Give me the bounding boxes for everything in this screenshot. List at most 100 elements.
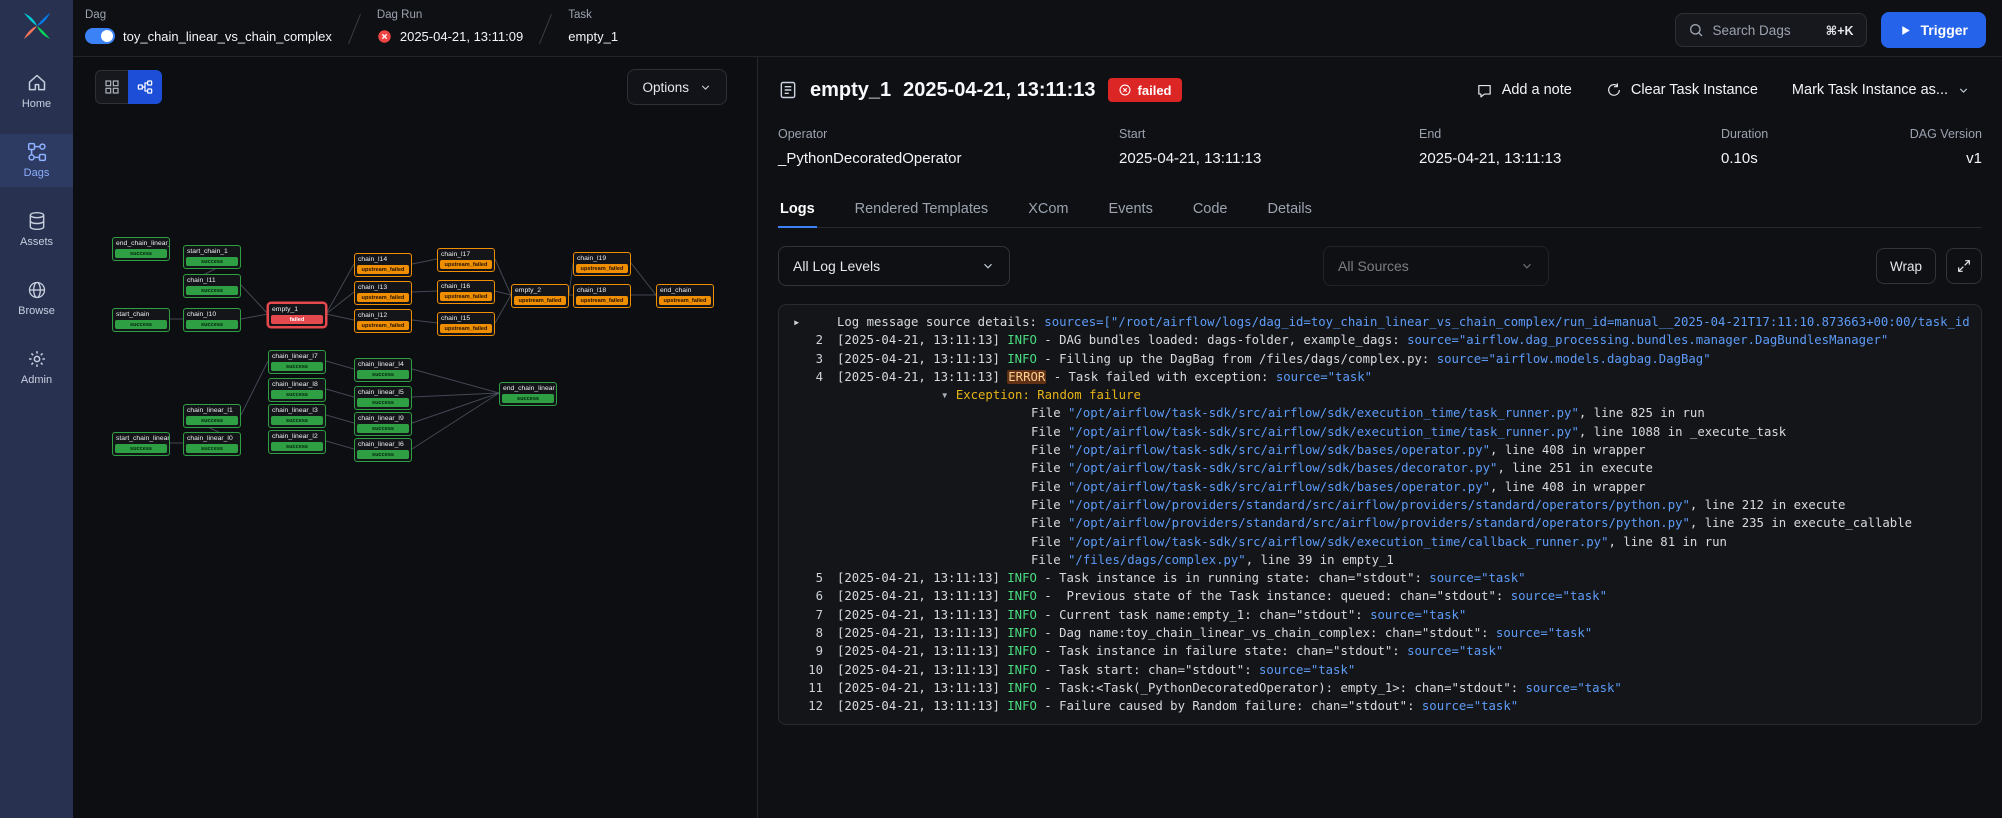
graph-node-chain_l13[interactable]: chain_l13upstream_failed [354,281,412,305]
log-line-number: 2 [791,331,823,349]
log-line-number [791,514,823,532]
graph-node-status: upstream_failed [440,260,492,269]
tab-details[interactable]: Details [1266,191,1314,227]
graph-node-chain_linear_l6[interactable]: chain_linear_l6success [354,438,412,462]
tab-events[interactable]: Events [1106,191,1154,227]
graph-node-chain_l17[interactable]: chain_l17upstream_failed [437,248,495,272]
graph-node-start_chain_1[interactable]: start_chain_1success [183,245,241,269]
sidebar-item-home[interactable]: Home [0,65,73,118]
graph-node-start_chain[interactable]: start_chainsuccess [112,308,170,332]
sidebar-item-browse[interactable]: Browse [0,272,73,325]
search-input[interactable]: Search Dags ⌘+K [1675,13,1867,47]
log-line-number: 11 [791,679,823,697]
collapse-caret-icon[interactable]: ▾ [941,388,956,402]
trigger-button[interactable]: Trigger [1881,12,1986,48]
graph-node-status: success [357,398,409,407]
mark-task-instance-as-button[interactable]: Mark Task Instance as... [1780,74,1982,106]
graph-node-chain_l14[interactable]: chain_l14upstream_failed [354,253,412,277]
sidebar-item-label: Assets [20,236,53,248]
log-line: File "/opt/airflow/providers/standard/sr… [791,514,1969,532]
graph-node-chain_linear_l3[interactable]: chain_linear_l3success [268,404,326,428]
graph-node-chain_l15[interactable]: chain_l15upstream_failed [437,312,495,336]
sidebar-item-assets[interactable]: Assets [0,203,73,256]
graph-view-button[interactable] [128,70,162,104]
log-line: ▾ Exception: Random failure [791,386,1969,404]
graph-node-name: chain_linear_l7 [269,351,325,361]
graph-node-chain_l10[interactable]: chain_l10success [183,308,241,332]
graph-node-end_chain[interactable]: end_chainupstream_failed [656,284,714,308]
wrap-button[interactable]: Wrap [1876,248,1936,284]
add-note-button[interactable]: Add a note [1464,74,1584,107]
graph-node-empty_1[interactable]: empty_1failed [268,303,326,327]
graph-node-chain_linear_l1[interactable]: chain_linear_l1success [183,404,241,428]
tab-logs[interactable]: Logs [778,191,817,227]
content-area: end_chain_linear_1successstart_chain_1su… [73,57,2002,818]
graph-node-chain_l19[interactable]: chain_l19upstream_failed [573,252,631,276]
dag-pause-toggle[interactable] [85,28,115,44]
graph-node-chain_linear_l9[interactable]: chain_linear_l9success [354,412,412,436]
log-line-content: File "/opt/airflow/providers/standard/sr… [837,514,1912,532]
log-levels-value: All Log Levels [793,258,880,274]
trigger-label: Trigger [1921,22,1968,38]
dag-run-link[interactable]: 2025-04-21, 13:11:09 [400,29,523,44]
log-line: 2[2025-04-21, 13:11:13] INFO - DAG bundl… [791,331,1969,349]
graph-node-chain_linear_l5[interactable]: chain_linear_l5success [354,386,412,410]
sidebar-item-label: Admin [21,374,52,386]
graph-node-name: chain_linear_l4 [355,359,411,369]
meta-end: End2025-04-21, 13:11:13 [1419,127,1721,167]
options-button[interactable]: Options [627,69,727,105]
graph-node-end_chain_linear[interactable]: end_chain_linearsuccess [499,382,557,406]
task-instance-timestamp: 2025-04-21, 13:11:13 [903,79,1095,102]
graph-node-name: chain_linear_l1 [184,405,240,415]
log-sources-select[interactable]: All Sources [1323,246,1549,286]
meta-start: Start2025-04-21, 13:11:13 [1119,127,1419,167]
sidebar-nav: Home Dags Assets Browse Admin [0,65,73,394]
log-line-content: File "/opt/airflow/task-sdk/src/airflow/… [837,459,1653,477]
airflow-logo[interactable] [23,12,51,45]
tab-xcom[interactable]: XCom [1026,191,1070,227]
graph-node-chain_linear_l8[interactable]: chain_linear_l8success [268,378,326,402]
log-line: 9[2025-04-21, 13:11:13] INFO - Task inst… [791,642,1969,660]
home-icon [27,73,47,93]
grid-view-button[interactable] [95,70,129,104]
log-sources-value: All Sources [1338,258,1409,274]
log-line-number: 7 [791,606,823,624]
tab-rendered-templates[interactable]: Rendered Templates [853,191,991,227]
fullscreen-button[interactable] [1946,248,1982,284]
graph-node-name: chain_l10 [184,309,240,319]
log-line-number [791,551,823,569]
graph-node-chain_linear_l4[interactable]: chain_linear_l4success [354,358,412,382]
graph-node-empty_2[interactable]: empty_2upstream_failed [511,284,569,308]
task-name-link[interactable]: empty_1 [568,29,618,44]
log-levels-select[interactable]: All Log Levels [778,246,1010,286]
log-line-number: 5 [791,569,823,587]
meta-dag-version: DAG Versionv1 [1906,127,1982,167]
log-output[interactable]: ▸Log message source details: sources=["/… [778,304,1982,725]
graph-node-chain_linear_l2[interactable]: chain_linear_l2success [268,430,326,454]
meta-label: DAG Version [1906,127,1982,141]
graph-node-chain_linear_l0[interactable]: chain_linear_l0success [183,432,241,456]
graph-node-status: upstream_failed [576,264,628,273]
log-line-number: 10 [791,661,823,679]
dag-crumb-label: Dag [85,9,332,21]
graph-icon [137,79,153,95]
graph-node-end_chain_linear_1[interactable]: end_chain_linear_1success [112,237,170,261]
graph-node-chain_l11[interactable]: chain_l11success [183,274,241,298]
graph-node-name: end_chain_linear_1 [113,238,169,248]
graph-node-start_chain_linear[interactable]: start_chain_linearsuccess [112,432,170,456]
graph-node-chain_l18[interactable]: chain_l18upstream_failed [573,284,631,308]
graph-node-chain_l16[interactable]: chain_l16upstream_failed [437,280,495,304]
sidebar-item-dags[interactable]: Dags [0,134,73,187]
graph-node-chain_linear_l7[interactable]: chain_linear_l7success [268,350,326,374]
graph-node-chain_l12[interactable]: chain_l12upstream_failed [354,309,412,333]
log-line: File "/opt/airflow/task-sdk/src/airflow/… [791,533,1969,551]
clear-task-instance-button[interactable]: Clear Task Instance [1594,74,1770,106]
log-line-content: [2025-04-21, 13:11:13] INFO - Filling up… [837,350,1711,368]
log-line-number [791,459,823,477]
graph-node-status: success [115,444,167,453]
graph-node-name: end_chain [657,285,713,295]
tab-code[interactable]: Code [1191,191,1230,227]
dag-name-link[interactable]: toy_chain_linear_vs_chain_complex [123,29,332,44]
sidebar-item-admin[interactable]: Admin [0,341,73,394]
sidebar-item-label: Home [22,98,51,110]
